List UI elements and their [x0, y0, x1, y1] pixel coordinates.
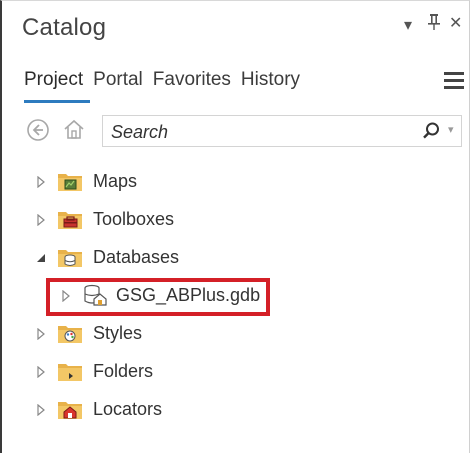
pin-icon[interactable]	[427, 13, 441, 36]
search-input[interactable]	[109, 118, 403, 146]
tab-history[interactable]: History	[241, 67, 307, 103]
pane-title: Catalog	[22, 14, 107, 41]
tree-item-locators[interactable]: Locators	[35, 394, 162, 424]
tree-item-label: Maps	[93, 170, 138, 191]
tab-portal[interactable]: Portal	[93, 67, 150, 103]
catalog-tabs: Project Portal Favorites History	[24, 67, 310, 103]
tree-item-databases[interactable]: Databases	[35, 242, 179, 272]
tab-project[interactable]: Project	[24, 67, 91, 103]
tree-item-label: Folders	[93, 360, 154, 381]
maps-folder-icon	[57, 170, 83, 192]
pane-title-bar: Catalog ▾ ✕	[2, 1, 468, 59]
back-icon[interactable]	[26, 118, 50, 142]
chevron-down-icon[interactable]: ▾	[448, 123, 454, 136]
toolboxes-folder-icon	[57, 208, 83, 230]
search-icon[interactable]	[421, 121, 441, 141]
pane-options-dropdown-icon[interactable]: ▾	[404, 15, 412, 35]
expand-arrow-icon[interactable]	[35, 327, 47, 341]
close-icon[interactable]: ✕	[449, 13, 462, 33]
tree-item-folders[interactable]: Folders	[35, 356, 153, 386]
styles-folder-icon	[57, 322, 83, 344]
locators-folder-icon	[57, 398, 83, 420]
tree-item-label: Toolboxes	[93, 208, 175, 229]
tree-item-styles[interactable]: Styles	[35, 318, 142, 348]
tree-item-label: Databases	[93, 246, 180, 267]
catalog-pane: Catalog ▾ ✕ Project Portal Favorites His…	[0, 0, 470, 453]
expand-arrow-icon[interactable]	[35, 403, 47, 417]
tree-item-label: Styles	[93, 322, 143, 343]
menu-icon[interactable]	[444, 72, 464, 93]
tree-item-toolboxes[interactable]: Toolboxes	[35, 204, 174, 234]
tab-favorites[interactable]: Favorites	[153, 67, 238, 103]
catalog-toolbar: ▾	[22, 114, 466, 150]
highlight-box	[46, 278, 270, 316]
expand-arrow-icon[interactable]	[35, 175, 47, 189]
expand-arrow-icon[interactable]	[35, 213, 47, 227]
tree-item-maps[interactable]: Maps	[35, 166, 137, 196]
search-box: ▾	[102, 115, 462, 147]
collapse-arrow-icon[interactable]	[35, 251, 47, 263]
folders-folder-icon	[57, 360, 83, 382]
databases-folder-icon	[57, 246, 83, 268]
expand-arrow-icon[interactable]	[35, 365, 47, 379]
tree-item-label: Locators	[93, 398, 163, 419]
home-icon[interactable]	[62, 117, 86, 141]
